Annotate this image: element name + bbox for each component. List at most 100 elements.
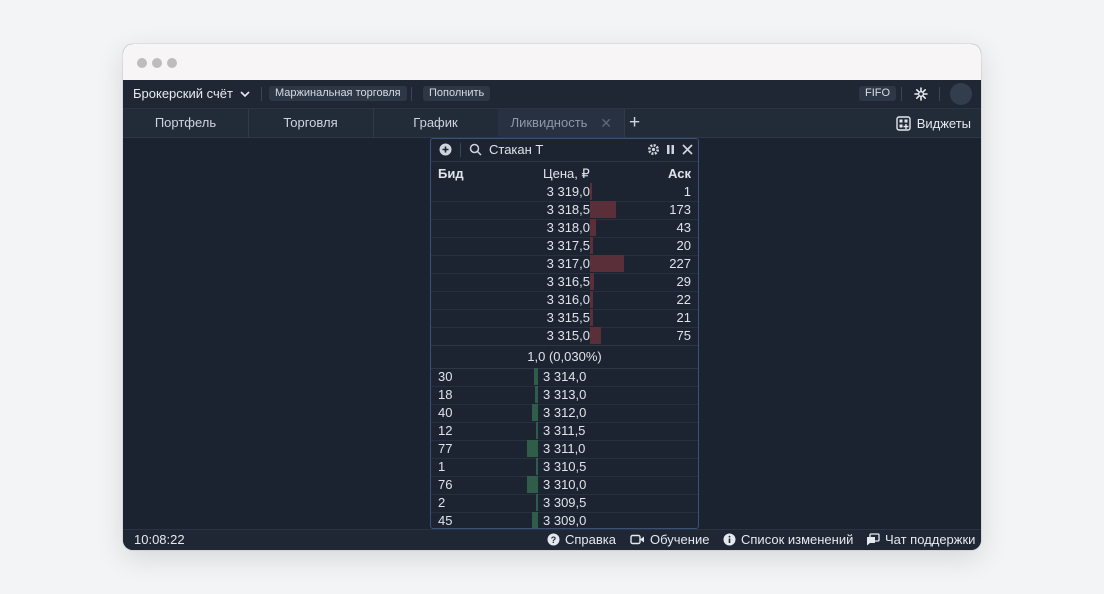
topup-button[interactable]: Пополнить xyxy=(423,86,491,101)
price-cell: 3 315,0 xyxy=(546,328,590,343)
divider xyxy=(460,143,461,157)
search-icon[interactable] xyxy=(469,143,482,156)
ask-row[interactable]: 3 315,0 75 xyxy=(431,327,698,346)
widgets-icon xyxy=(895,115,911,131)
close-tab-icon[interactable]: ✕ xyxy=(600,109,612,137)
avatar[interactable] xyxy=(950,83,972,105)
ask-volume-cell: 22 xyxy=(676,292,691,307)
widgets-button[interactable]: Виджеты xyxy=(895,109,971,137)
close-icon[interactable] xyxy=(681,143,694,156)
bid-volume-cell: 12 xyxy=(438,423,453,438)
bid-volume-bar xyxy=(527,476,538,493)
ask-row[interactable]: 3 316,5 29 xyxy=(431,273,698,292)
ask-row[interactable]: 3 316,0 22 xyxy=(431,291,698,310)
price-cell: 3 314,0 xyxy=(543,369,587,384)
spread-value: 1,0 (0,030%) xyxy=(431,345,698,369)
tab-chart[interactable]: График xyxy=(373,109,499,137)
ask-volume-cell: 227 xyxy=(669,256,691,271)
changelog-link[interactable]: Список изменений xyxy=(723,532,853,547)
price-cell: 3 318,5 xyxy=(546,202,590,217)
divider xyxy=(939,87,940,101)
bid-row[interactable]: 30 3 314,0 xyxy=(431,368,698,387)
margin-trading-button[interactable]: Маржинальная торговля xyxy=(269,86,407,101)
orderbook-widget: Стакан Т Бид Цена, ₽ Аск 3 319,0 1 3 318,5… xyxy=(430,138,699,529)
price-cell: 3 316,5 xyxy=(546,274,590,289)
tab-label: Портфель xyxy=(154,115,217,130)
help-icon: ? xyxy=(547,533,560,546)
svg-text:?: ? xyxy=(551,535,557,545)
bid-column-header: Бид xyxy=(438,166,464,181)
orderbook-toolbar: Стакан Т xyxy=(431,139,698,162)
bid-volume-cell: 1 xyxy=(438,459,446,474)
status-bar: 10:08:22 ? Справка Обучение Список измен… xyxy=(123,529,981,550)
pause-icon[interactable] xyxy=(664,143,677,156)
learning-link[interactable]: Обучение xyxy=(630,532,709,547)
ask-volume-bar xyxy=(590,183,592,200)
ask-row[interactable]: 3 318,0 43 xyxy=(431,219,698,238)
bid-row[interactable]: 12 3 311,5 xyxy=(431,422,698,441)
settings-gear-icon[interactable] xyxy=(647,143,660,156)
ask-volume-bar xyxy=(590,291,593,308)
tab-label: Ликвидность xyxy=(510,115,588,130)
bid-volume-cell: 18 xyxy=(438,387,453,402)
bid-row[interactable]: 18 3 313,0 xyxy=(431,386,698,405)
support-chat-link[interactable]: Чат поддержки xyxy=(866,532,975,547)
bid-row[interactable]: 40 3 312,0 xyxy=(431,404,698,423)
bid-row[interactable]: 2 3 309,5 xyxy=(431,494,698,513)
bid-volume-bar xyxy=(532,512,538,528)
add-tab-button[interactable]: + xyxy=(629,109,640,137)
tab-trading[interactable]: Торговля xyxy=(248,109,374,137)
bid-row[interactable]: 77 3 311,0 xyxy=(431,440,698,459)
price-cell: 3 309,0 xyxy=(543,513,587,528)
ask-row[interactable]: 3 317,5 20 xyxy=(431,237,698,256)
ask-volume-cell: 43 xyxy=(676,220,691,235)
settings-gear-icon[interactable] xyxy=(913,86,929,102)
price-cell: 3 317,5 xyxy=(546,238,590,253)
bid-volume-cell: 45 xyxy=(438,513,453,528)
ask-row[interactable]: 3 315,5 21 xyxy=(431,309,698,328)
account-selector[interactable]: Брокерский счёт xyxy=(133,86,251,101)
clock: 10:08:22 xyxy=(134,532,185,547)
fifo-badge[interactable]: FIFO xyxy=(859,86,897,101)
window-close-dot[interactable] xyxy=(137,58,147,68)
learning-label: Обучение xyxy=(650,532,710,547)
bid-volume-cell: 77 xyxy=(438,441,453,456)
instrument-name[interactable]: Стакан Т xyxy=(489,142,543,157)
ask-row[interactable]: 3 318,5 173 xyxy=(431,201,698,220)
price-cell: 3 315,5 xyxy=(546,310,590,325)
ask-volume-bar xyxy=(590,201,616,218)
ask-volume-bar xyxy=(590,327,601,344)
price-cell: 3 311,5 xyxy=(543,423,586,438)
window-titlebar xyxy=(123,44,981,81)
ask-volume-cell: 20 xyxy=(676,238,691,253)
divider xyxy=(261,87,262,101)
price-cell: 3 313,0 xyxy=(543,387,587,402)
price-cell: 3 316,0 xyxy=(546,292,590,307)
bid-volume-bar xyxy=(536,494,538,511)
ask-row[interactable]: 3 317,0 227 xyxy=(431,255,698,274)
window-maximize-dot[interactable] xyxy=(167,58,177,68)
bid-volume-bar xyxy=(536,422,538,439)
price-cell: 3 311,0 xyxy=(543,441,586,456)
price-column-header: Цена, ₽ xyxy=(543,166,590,181)
ask-volume-bar xyxy=(590,255,624,272)
bid-volume-cell: 2 xyxy=(438,495,446,510)
tab-bar: Портфель Торговля График Ликвидность ✕ +… xyxy=(123,109,981,138)
ask-row[interactable]: 3 319,0 1 xyxy=(431,183,698,202)
ask-volume-cell: 21 xyxy=(676,310,691,325)
bid-row[interactable]: 45 3 309,0 xyxy=(431,512,698,528)
top-bar: Брокерский счёт Маржинальная торговля По… xyxy=(123,80,981,109)
bid-row[interactable]: 76 3 310,0 xyxy=(431,476,698,495)
bid-volume-cell: 40 xyxy=(438,405,453,420)
info-icon xyxy=(723,533,736,546)
ask-volume-bar xyxy=(590,309,593,326)
tab-portfolio[interactable]: Портфель xyxy=(123,109,249,137)
window-minimize-dot[interactable] xyxy=(152,58,162,68)
add-circle-icon[interactable] xyxy=(439,143,452,156)
tab-liquidity[interactable]: Ликвидность ✕ xyxy=(498,109,625,137)
help-link[interactable]: ? Справка xyxy=(547,532,616,547)
bid-volume-bar xyxy=(535,386,538,403)
bid-row[interactable]: 1 3 310,5 xyxy=(431,458,698,477)
chevron-down-icon xyxy=(240,90,250,97)
bid-volume-bar xyxy=(527,440,538,457)
